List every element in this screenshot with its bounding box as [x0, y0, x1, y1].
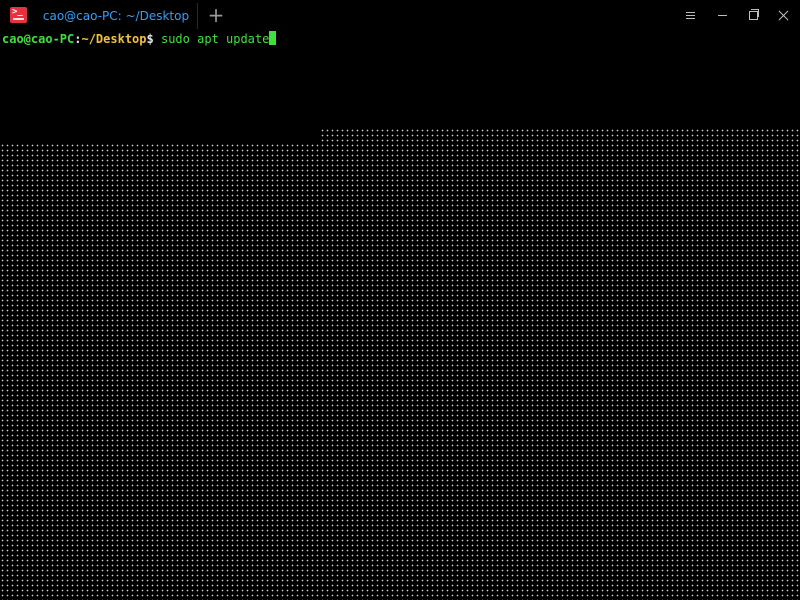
minimize-icon — [717, 14, 727, 16]
terminal-app-icon[interactable]: >_ — [10, 7, 27, 23]
terminal-area[interactable]: cao@cao-PC:~/Desktop$ sudo apt update — [0, 31, 800, 600]
render-artifact-dots-region — [0, 143, 800, 600]
command-text: sudo apt update — [153, 32, 270, 46]
new-tab-button[interactable]: + — [204, 4, 228, 26]
tab-divider — [197, 3, 198, 29]
maximize-icon — [748, 8, 759, 20]
plus-icon: + — [207, 3, 225, 27]
title-bar: >_ cao@cao-PC: ~/Desktop + — [0, 0, 800, 31]
prompt-line: cao@cao-PC:~/Desktop$ sudo apt update — [2, 31, 277, 47]
tab-active[interactable]: cao@cao-PC: ~/Desktop — [36, 0, 196, 31]
prompt-symbol: $ — [146, 32, 154, 46]
close-icon — [778, 10, 789, 21]
icon-bar — [13, 18, 24, 20]
terminal-window: >_ cao@cao-PC: ~/Desktop + cao@cao-PC:~/… — [0, 0, 800, 600]
prompt-glyph-icon: >_ — [12, 7, 23, 17]
maximize-button[interactable] — [743, 5, 763, 25]
close-button[interactable] — [773, 5, 793, 25]
menu-button[interactable] — [680, 5, 700, 25]
prompt-path: ~/Desktop — [81, 32, 147, 46]
prompt-user-host: cao@cao-PC — [2, 32, 75, 46]
render-artifact-dots — [320, 128, 800, 144]
text-cursor — [269, 31, 277, 45]
minimize-button[interactable] — [712, 5, 732, 25]
tab-label: cao@cao-PC: ~/Desktop — [42, 8, 190, 23]
menu-icon — [685, 10, 695, 21]
